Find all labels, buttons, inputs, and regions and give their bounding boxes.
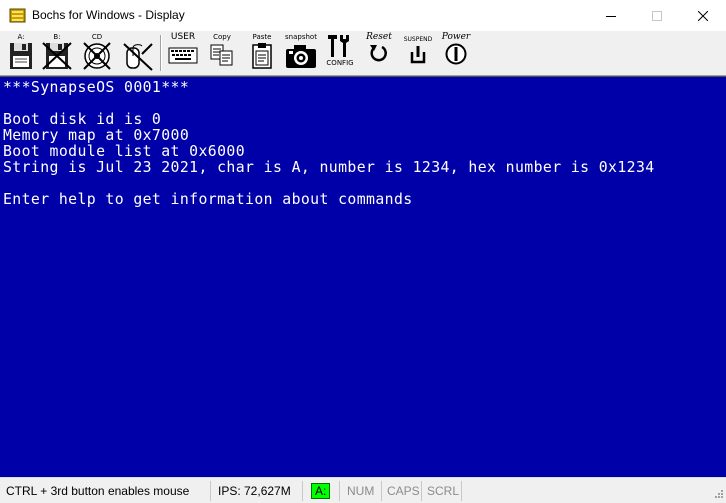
suspend-icon [410, 46, 426, 64]
num-lock-indicator: NUM [347, 484, 375, 498]
title-bar: Bochs for Windows - Display [0, 0, 726, 31]
copy-label: Copy [213, 33, 231, 41]
ips-counter: IPS: 72,627M [218, 484, 291, 498]
reset-button[interactable]: Reset [362, 33, 396, 73]
screen-line: ***SynapseOS 0001*** [3, 79, 190, 96]
reset-label: Reset [366, 32, 392, 42]
mouse-button[interactable] [118, 33, 156, 73]
toolbar: A: B: CD USER Copy Paste snapshot CONFIG… [0, 31, 726, 76]
camera-icon [286, 45, 316, 68]
screen-line: String is Jul 23 2021, char is A, number… [3, 159, 655, 176]
user-button[interactable]: USER [166, 33, 200, 73]
emulator-display[interactable]: ***SynapseOS 0001*** Boot disk id is 0 M… [0, 76, 726, 477]
status-divider [210, 481, 211, 501]
floppy-a-label: A: [17, 33, 25, 41]
screen-line: Memory map at 0x7000 [3, 127, 190, 144]
status-divider [339, 481, 340, 501]
paste-label: Paste [252, 33, 272, 41]
user-label: USER [170, 32, 196, 42]
floppy-disk-disabled-icon [42, 42, 72, 70]
reset-icon [370, 45, 387, 62]
config-tools-icon [328, 35, 349, 57]
scroll-lock-indicator: SCRL [427, 484, 460, 498]
suspend-button[interactable]: SUSPEND [400, 33, 436, 73]
status-divider [461, 481, 462, 501]
cdrom-label: CD [91, 33, 103, 41]
keyboard-icon [168, 47, 198, 64]
toolbar-separator [160, 35, 162, 71]
config-label: CONFIG [326, 59, 354, 67]
copy-button[interactable]: Copy [206, 33, 238, 73]
minimize-button[interactable] [588, 0, 634, 31]
window-title: Bochs for Windows - Display [32, 8, 185, 22]
power-icon [445, 43, 467, 65]
paste-icon [252, 43, 272, 69]
mouse-hint-text: CTRL + 3rd button enables mouse [6, 484, 190, 498]
status-bar: CTRL + 3rd button enables mouse IPS: 72,… [0, 477, 726, 503]
maximize-button[interactable] [634, 0, 680, 31]
caps-lock-indicator: CAPS [387, 484, 420, 498]
snapshot-button[interactable]: snapshot [282, 33, 320, 73]
floppy-led-label: A: [311, 483, 331, 499]
close-button[interactable] [680, 0, 726, 31]
bochs-app-icon [9, 7, 26, 24]
mouse-disabled-icon [123, 43, 153, 71]
status-divider [421, 481, 422, 501]
cdrom-button[interactable]: CD [80, 33, 114, 73]
floppy-a-button[interactable]: A: [6, 33, 36, 73]
screen-line: Enter help to get information about comm… [3, 191, 413, 208]
floppy-disk-icon [10, 43, 32, 69]
copy-icon [210, 44, 233, 66]
status-divider [302, 481, 303, 501]
screen-line: Boot module list at 0x6000 [3, 143, 246, 160]
close-icon [698, 10, 708, 21]
floppy-b-label: B: [53, 33, 61, 41]
resize-grip-icon[interactable] [712, 486, 724, 503]
screen-line: Boot disk id is 0 [3, 111, 162, 128]
power-label: Power [441, 32, 471, 42]
maximize-icon [652, 10, 662, 21]
minimize-icon [606, 15, 616, 17]
cdrom-disabled-icon [83, 42, 111, 70]
floppy-b-button[interactable]: B: [40, 33, 74, 73]
config-button[interactable]: CONFIG [324, 33, 356, 73]
suspend-label: SUSPEND [403, 36, 433, 43]
power-button[interactable]: Power [438, 33, 474, 73]
paste-button[interactable]: Paste [246, 33, 278, 73]
snapshot-label: snapshot [285, 33, 317, 41]
mouse-label [136, 33, 138, 42]
status-divider [381, 481, 382, 501]
floppy-activity-led: A: [311, 482, 331, 500]
